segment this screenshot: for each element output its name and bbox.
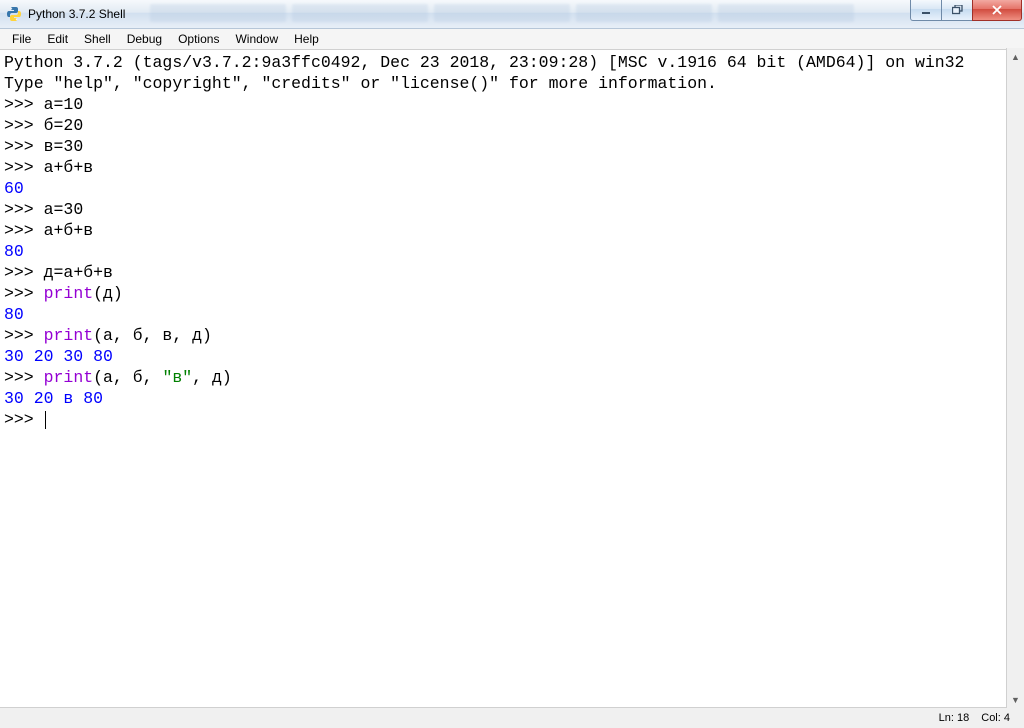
repl-line: >>> б=20 [4, 115, 1020, 136]
code: в=30 [44, 137, 84, 156]
repl-line: >>> а=30 [4, 199, 1020, 220]
banner-line: Type "help", "copyright", "credits" or "… [4, 73, 1020, 94]
menubar: File Edit Shell Debug Options Window Hel… [0, 29, 1024, 50]
code: , д) [192, 368, 232, 387]
code: а+б+в [44, 158, 94, 177]
output-line: 30 20 30 80 [4, 346, 1020, 367]
menu-shell[interactable]: Shell [76, 30, 119, 48]
repl-line: >>> а=10 [4, 94, 1020, 115]
prompt: >>> [4, 410, 44, 429]
prompt: >>> [4, 200, 44, 219]
builtin: print [44, 326, 94, 345]
prompt: >>> [4, 221, 44, 240]
repl-line: >>> д=а+б+в [4, 262, 1020, 283]
app-window: Python 3.7.2 Shell File Edit Sh [0, 0, 1024, 728]
prompt: >>> [4, 368, 44, 387]
menu-window[interactable]: Window [227, 30, 286, 48]
prompt: >>> [4, 326, 44, 345]
vertical-scrollbar[interactable]: ▲ ▼ [1006, 48, 1024, 708]
menu-debug[interactable]: Debug [119, 30, 170, 48]
code: а=30 [44, 200, 84, 219]
repl-line: >>> а+б+в [4, 220, 1020, 241]
repl-line: >>> [4, 409, 1020, 430]
python-icon [6, 6, 22, 22]
code: а=10 [44, 95, 84, 114]
scroll-track[interactable] [1007, 65, 1024, 691]
code: д=а+б+в [44, 263, 113, 282]
repl-line: >>> а+б+в [4, 157, 1020, 178]
status-line: Ln: 18 [933, 712, 976, 724]
menu-help[interactable]: Help [286, 30, 327, 48]
builtin: print [44, 284, 94, 303]
output-line: 80 [4, 241, 1020, 262]
code: (д) [93, 284, 123, 303]
menu-file[interactable]: File [4, 30, 39, 48]
code: б=20 [44, 116, 84, 135]
minimize-button[interactable] [910, 0, 942, 21]
prompt: >>> [4, 137, 44, 156]
close-button[interactable] [972, 0, 1022, 21]
string-literal: "в" [162, 368, 192, 387]
shell-text-area[interactable]: Python 3.7.2 (tags/v3.7.2:9a3ffc0492, De… [0, 50, 1024, 707]
window-controls [911, 0, 1022, 20]
scroll-down-arrow-icon[interactable]: ▼ [1007, 691, 1024, 708]
output-line: 80 [4, 304, 1020, 325]
titlebar[interactable]: Python 3.7.2 Shell [0, 0, 1024, 29]
repl-line: >>> print(д) [4, 283, 1020, 304]
code: (а, б, [93, 368, 162, 387]
scroll-up-arrow-icon[interactable]: ▲ [1007, 48, 1024, 65]
maximize-button[interactable] [941, 0, 973, 21]
prompt: >>> [4, 284, 44, 303]
prompt: >>> [4, 116, 44, 135]
output-line: 30 20 в 80 [4, 388, 1020, 409]
menu-options[interactable]: Options [170, 30, 227, 48]
output-line: 60 [4, 178, 1020, 199]
text-cursor [45, 411, 47, 429]
window-title: Python 3.7.2 Shell [28, 7, 911, 21]
prompt: >>> [4, 95, 44, 114]
code: (а, б, в, д) [93, 326, 212, 345]
prompt: >>> [4, 263, 44, 282]
repl-line: >>> print(а, б, в, д) [4, 325, 1020, 346]
repl-line: >>> в=30 [4, 136, 1020, 157]
repl-line: >>> print(а, б, "в", д) [4, 367, 1020, 388]
code: а+б+в [44, 221, 94, 240]
builtin: print [44, 368, 94, 387]
statusbar: Ln: 18 Col: 4 [0, 707, 1024, 728]
banner-line: Python 3.7.2 (tags/v3.7.2:9a3ffc0492, De… [4, 52, 1020, 73]
prompt: >>> [4, 158, 44, 177]
status-col: Col: 4 [975, 712, 1016, 724]
menu-edit[interactable]: Edit [39, 30, 76, 48]
